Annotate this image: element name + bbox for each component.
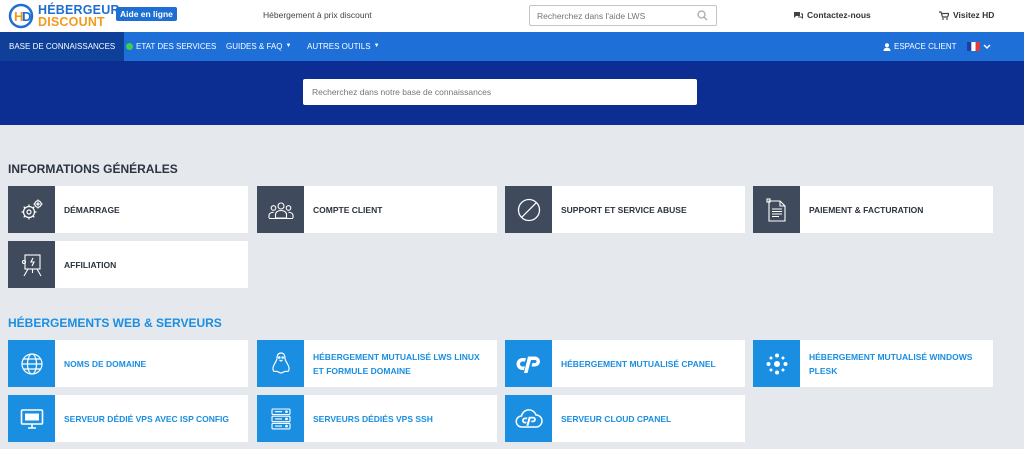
card-vps-isp-config[interactable]: SERVEUR DÉDIÉ VPS AVEC ISP CONFIG [8, 395, 248, 442]
card-label: SERVEUR CLOUD CPANEL [561, 413, 672, 424]
card-support-abuse[interactable]: SUPPORT ET SERVICE ABUSE [505, 186, 745, 233]
card-plesk-hosting[interactable]: HÉBERGEMENT MUTUALISÉ WINDOWS PLESK [753, 340, 993, 387]
top-search-input[interactable] [530, 6, 690, 26]
nav-client-area[interactable]: ESPACE CLIENT [883, 32, 957, 61]
cloud-cpanel-icon [505, 395, 552, 442]
language-selector[interactable] [967, 32, 991, 61]
card-cloud-cpanel[interactable]: SERVEUR CLOUD CPANEL [505, 395, 745, 442]
top-search-box[interactable] [529, 5, 717, 26]
hero-banner [0, 61, 1024, 125]
chat-icon [794, 11, 803, 19]
section-title-hosting: HÉBERGEMENTS WEB & SERVEURS [8, 316, 222, 330]
user-icon [883, 42, 891, 51]
nav-guides-faq[interactable]: GUIDES & FAQ ▼ [226, 32, 291, 61]
visit-label: Visitez HD [953, 10, 995, 20]
card-getting-started[interactable]: DÉMARRAGE [8, 186, 248, 233]
card-label: DÉMARRAGE [64, 204, 120, 215]
logo-line2: DISCOUNT [38, 15, 105, 29]
card-label: SUPPORT ET SERVICE ABUSE [561, 204, 687, 215]
tagline: Hébergement à prix discount [263, 10, 372, 20]
card-label: HÉBERGEMENT MUTUALISÉ CPANEL [561, 358, 716, 369]
card-label: PAIEMENT & FACTURATION [809, 204, 924, 215]
contact-label: Contactez-nous [807, 10, 871, 20]
gears-icon [8, 186, 55, 233]
french-flag-icon [967, 42, 980, 51]
card-label: NOMS DE DOMAINE [64, 358, 147, 369]
contact-link[interactable]: Contactez-nous [793, 10, 871, 20]
top-bar: H D HÉBERGEUR DISCOUNT Aide en ligne Héb… [0, 0, 1024, 32]
svg-text:D: D [22, 9, 31, 24]
plesk-icon [753, 340, 800, 387]
nav-service-status-label: ETAT DES SERVICES [136, 42, 217, 51]
nav-other-tools[interactable]: AUTRES OUTILS ▼ [307, 32, 380, 61]
nav-other-tools-label: AUTRES OUTILS [307, 42, 371, 51]
card-domain-names[interactable]: NOMS DE DOMAINE [8, 340, 248, 387]
nav-service-status[interactable]: ETAT DES SERVICES [126, 32, 216, 61]
linux-icon [257, 340, 304, 387]
logo[interactable]: H D HÉBERGEUR DISCOUNT Aide en ligne [8, 3, 198, 29]
status-dot-icon [126, 43, 133, 50]
nav-knowledge-base-label: BASE DE CONNAISSANCES [9, 42, 116, 51]
card-label: HÉBERGEMENT MUTUALISÉ LWS LINUX ET FORMU… [313, 351, 480, 376]
nav-client-area-label: ESPACE CLIENT [894, 42, 957, 51]
cart-icon [939, 10, 949, 20]
card-label: COMPTE CLIENT [313, 204, 383, 215]
kb-search-box[interactable] [303, 79, 697, 105]
search-icon[interactable] [697, 10, 708, 21]
caret-down-icon: ▼ [285, 43, 292, 49]
help-badge: Aide en ligne [116, 7, 177, 21]
nav-knowledge-base[interactable]: BASE DE CONNAISSANCES [0, 32, 125, 61]
card-client-account[interactable]: COMPTE CLIENT [257, 186, 497, 233]
kb-search-input[interactable] [303, 79, 697, 105]
logo-icon: H D [8, 3, 34, 29]
visit-hd-link[interactable]: Visitez HD [939, 10, 994, 20]
nav-guides-faq-label: GUIDES & FAQ [226, 42, 283, 51]
section-title-general: INFORMATIONS GÉNÉRALES [8, 162, 178, 176]
users-icon [257, 186, 304, 233]
ban-icon [505, 186, 552, 233]
card-affiliation[interactable]: AFFILIATION [8, 241, 248, 288]
monitor-icon [8, 395, 55, 442]
card-vps-ssh[interactable]: SERVEURS DÉDIÉS VPS SSH [257, 395, 497, 442]
card-label: SERVEURS DÉDIÉS VPS SSH [313, 413, 433, 424]
main-nav: BASE DE CONNAISSANCES ETAT DES SERVICES … [0, 32, 1024, 61]
card-payment-billing[interactable]: PAIEMENT & FACTURATION [753, 186, 993, 233]
card-cpanel-hosting[interactable]: HÉBERGEMENT MUTUALISÉ CPANEL [505, 340, 745, 387]
affiliation-icon [8, 241, 55, 288]
chevron-down-icon [983, 44, 991, 49]
cpanel-icon [505, 340, 552, 387]
card-label: AFFILIATION [64, 259, 117, 270]
server-icon [257, 395, 304, 442]
globe-icon [8, 340, 55, 387]
card-linux-hosting[interactable]: HÉBERGEMENT MUTUALISÉ LWS LINUX ET FORMU… [257, 340, 497, 387]
invoice-icon [753, 186, 800, 233]
card-label: HÉBERGEMENT MUTUALISÉ WINDOWS PLESK [809, 351, 973, 376]
card-label: SERVEUR DÉDIÉ VPS AVEC ISP CONFIG [64, 413, 230, 424]
caret-down-icon: ▼ [373, 43, 380, 49]
